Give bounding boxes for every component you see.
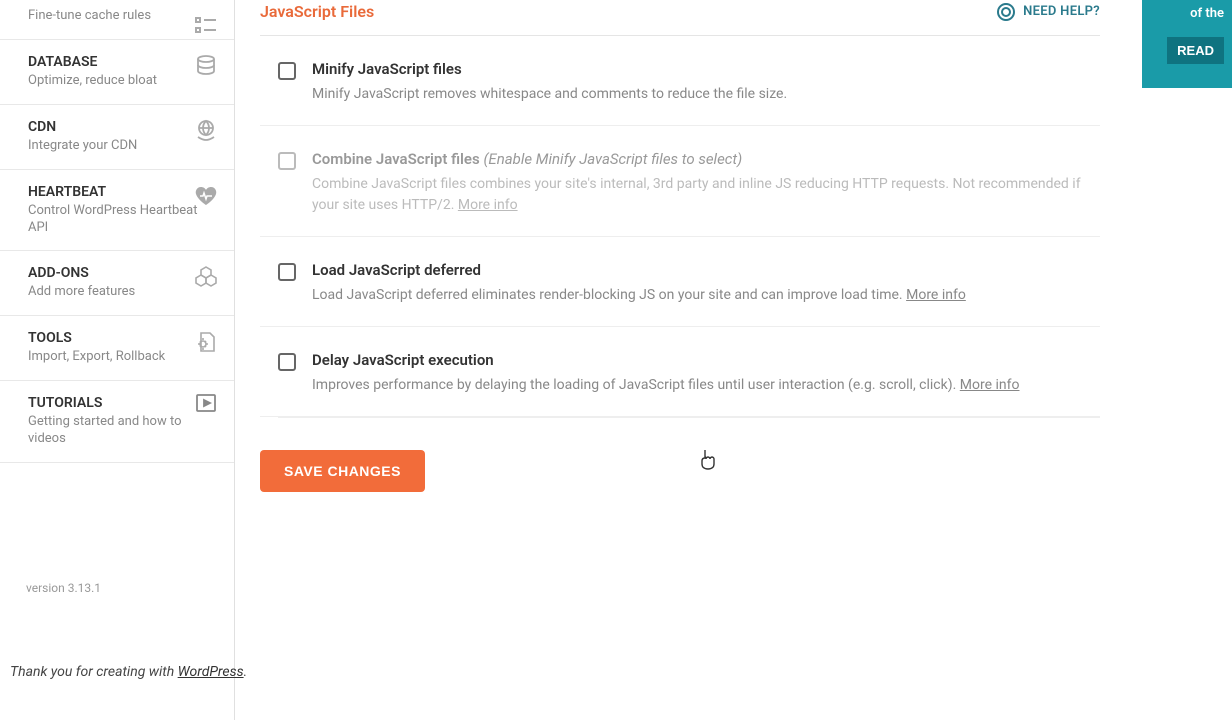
boxes-icon — [194, 265, 218, 289]
sidebar-item-heartbeat[interactable]: HEARTBEAT Control WordPress Heartbeat AP… — [0, 170, 234, 252]
need-help-label: NEED HELP? — [1023, 4, 1100, 19]
need-help-link[interactable]: NEED HELP? — [997, 3, 1100, 21]
section-title: JavaScript Files — [260, 2, 374, 21]
section-header: JavaScript Files NEED HELP? — [260, 0, 1100, 36]
option-minify-js: Minify JavaScript files Minify JavaScrip… — [260, 36, 1100, 126]
sidebar: Fine-tune cache rules DATABASE Optimize,… — [0, 0, 235, 720]
database-icon — [194, 54, 218, 78]
heartbeat-icon — [194, 184, 218, 208]
sidebar-item-cache[interactable]: Fine-tune cache rules — [0, 0, 234, 40]
play-icon — [194, 391, 218, 415]
option-title: Load JavaScript deferred — [312, 261, 1100, 279]
checkbox-delay-js[interactable] — [278, 353, 296, 371]
checkbox-defer-js[interactable] — [278, 263, 296, 281]
sidebar-item-sub: Optimize, reduce bloat — [28, 73, 214, 90]
sidebar-item-sub: Fine-tune cache rules — [28, 8, 214, 25]
save-changes-button[interactable]: SAVE CHANGES — [260, 450, 425, 492]
checkbox-combine-js — [278, 152, 296, 170]
sidebar-item-sub: Import, Export, Rollback — [28, 349, 214, 366]
option-defer-js: Load JavaScript deferred Load JavaScript… — [260, 237, 1100, 327]
sidebar-item-sub: Getting started and how to videos — [28, 414, 214, 448]
help-icon — [997, 3, 1015, 21]
promo-banner: of the READ — [1142, 0, 1232, 88]
sidebar-item-database[interactable]: DATABASE Optimize, reduce bloat — [0, 40, 234, 105]
sidebar-item-title: TUTORIALS — [28, 395, 214, 411]
main-panel: JavaScript Files NEED HELP? Minify JavaS… — [260, 0, 1100, 492]
option-desc: Improves performance by delaying the loa… — [312, 375, 1100, 396]
sidebar-item-sub: Control WordPress Heartbeat API — [28, 203, 214, 237]
sidebar-item-title: HEARTBEAT — [28, 184, 214, 200]
rules-icon — [194, 14, 218, 38]
option-title: Minify JavaScript files — [312, 60, 1100, 78]
sidebar-item-sub: Add more features — [28, 284, 214, 301]
sidebar-item-tutorials[interactable]: TUTORIALS Getting started and how to vid… — [0, 381, 234, 463]
sidebar-item-title: TOOLS — [28, 330, 214, 346]
footer-text: Thank you for creating with WordPress. — [10, 664, 247, 680]
sidebar-item-title: ADD-ONS — [28, 265, 214, 281]
option-desc: Combine JavaScript files combines your s… — [312, 174, 1100, 216]
gear-file-icon — [194, 330, 218, 354]
more-info-link[interactable]: More info — [458, 197, 518, 213]
sidebar-item-title: CDN — [28, 119, 214, 135]
option-title: Delay JavaScript execution — [312, 351, 1100, 369]
sidebar-item-title: DATABASE — [28, 54, 214, 70]
option-desc: Load JavaScript deferred eliminates rend… — [312, 285, 1100, 306]
checkbox-minify-js[interactable] — [278, 62, 296, 80]
wordpress-link[interactable]: WordPress — [178, 664, 244, 680]
option-hint: (Enable Minify JavaScript files to selec… — [483, 150, 742, 168]
sidebar-item-tools[interactable]: TOOLS Import, Export, Rollback — [0, 316, 234, 381]
promo-text: of the — [1150, 6, 1224, 21]
option-desc: Minify JavaScript removes whitespace and… — [312, 84, 1100, 105]
sidebar-item-sub: Integrate your CDN — [28, 138, 214, 155]
more-info-link[interactable]: More info — [906, 287, 966, 303]
option-combine-js: Combine JavaScript files (Enable Minify … — [260, 126, 1100, 237]
promo-read-button[interactable]: READ — [1167, 37, 1224, 64]
version-text: version 3.13.1 — [26, 581, 101, 595]
more-info-link[interactable]: More info — [960, 377, 1020, 393]
sidebar-item-cdn[interactable]: CDN Integrate your CDN — [0, 105, 234, 170]
sidebar-item-addons[interactable]: ADD-ONS Add more features — [0, 251, 234, 316]
globe-icon — [194, 119, 218, 143]
option-title: Combine JavaScript files (Enable Minify … — [312, 150, 1100, 168]
option-delay-js: Delay JavaScript execution Improves perf… — [260, 327, 1100, 417]
